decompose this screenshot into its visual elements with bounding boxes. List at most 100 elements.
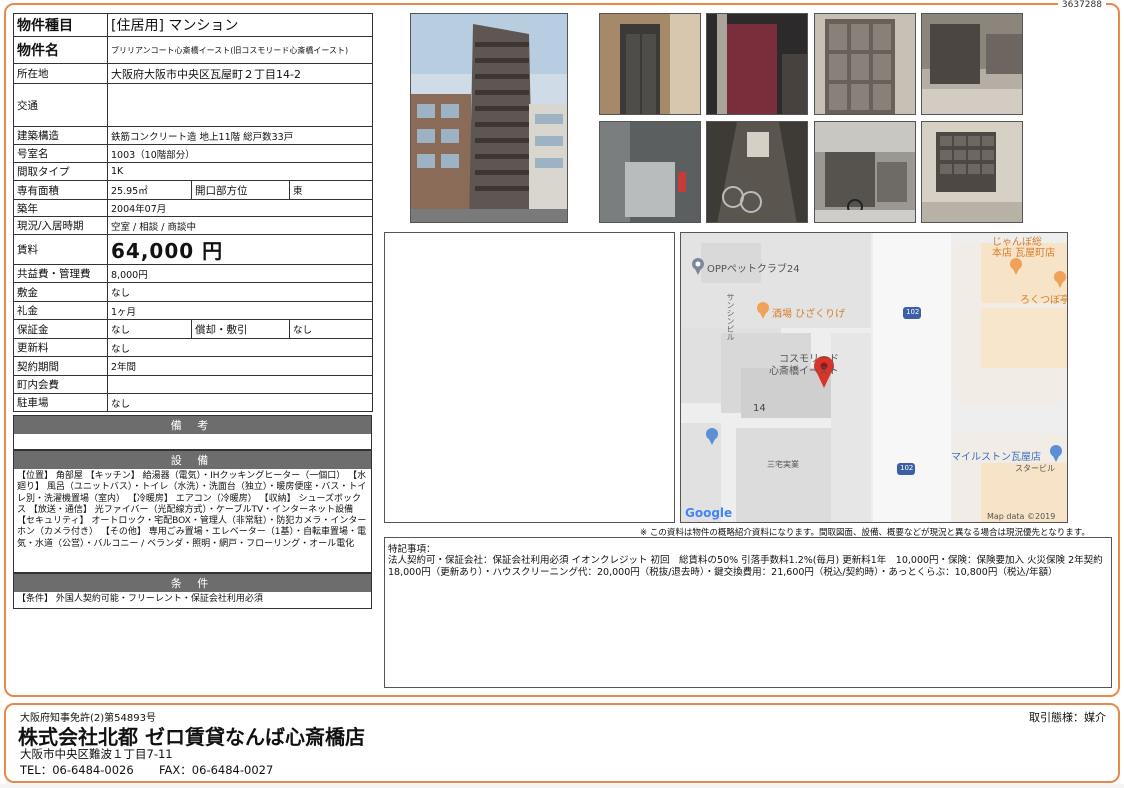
- photo-garbage-area[interactable]: [599, 121, 701, 223]
- photo-elevator-image: [600, 14, 700, 114]
- photo-mailboxes[interactable]: [921, 121, 1023, 223]
- structure-label: 建築構造: [13, 126, 108, 145]
- location-map[interactable]: OPPペットクラブ24 サンシンビル 酒場 ひざくりげ コスモリード 心斎橋イー…: [680, 232, 1068, 523]
- equipment-text: 【位置】 角部屋 【キッチン】 給湯器（電気）・IHクッキングヒーター（一個口）…: [17, 471, 367, 549]
- row-rent: 賃料 64,000 円: [13, 234, 374, 265]
- layout-value: 1K: [106, 162, 374, 181]
- equipment-section: 設 備 【位置】 角部屋 【キッチン】 給湯器（電気）・IHクッキングヒーター（…: [13, 450, 372, 573]
- photo-exterior-entrance[interactable]: [814, 121, 916, 223]
- photo-mailboxes-image: [922, 122, 1022, 222]
- photo-lobby[interactable]: [921, 13, 1023, 115]
- map-label-sanshin: サンシンビル: [726, 293, 735, 341]
- building-photo[interactable]: [410, 13, 568, 223]
- map-label-cosmo2: 心斎橋イースト: [769, 366, 839, 377]
- google-logo: Google: [685, 506, 733, 520]
- shop-pin-icon: [706, 428, 718, 445]
- building-photo-image: [411, 14, 567, 222]
- photo-elevator[interactable]: [599, 13, 701, 115]
- company-fax: FAX：06-6484-0027: [159, 763, 274, 777]
- row-transport: 交通: [13, 83, 374, 127]
- row-deposit: 敷金 なし: [13, 282, 374, 302]
- row-location: 所在地 大阪府大阪市中央区瓦屋町２丁目14-2: [13, 63, 374, 84]
- transport-value: [106, 83, 374, 127]
- rent-label: 賃料: [13, 234, 108, 265]
- key-money-label: 礼金: [13, 301, 108, 320]
- special-notes-box: 特記事項： 法人契約可・保証会社：保証会社利用必須 イオンクレジット 初回 総賃…: [384, 537, 1112, 688]
- contract-value: 2年間: [106, 356, 374, 376]
- row-parking: 駐車場 なし: [13, 393, 374, 412]
- floor-plan-area: [384, 232, 675, 523]
- name-label: 物件名: [13, 36, 108, 64]
- town-fee-value: [106, 375, 374, 394]
- row-area: 専有面積 25.95㎡ 開口部方位 東: [13, 180, 374, 200]
- map-label-starbill: スタービル: [1015, 464, 1055, 473]
- remarks-header: 備 考: [14, 416, 371, 434]
- location-label: 所在地: [13, 63, 108, 84]
- photo-delivery-box-image: [815, 14, 915, 114]
- rokutsubo-pin-icon: [1054, 271, 1066, 288]
- special-notes-body: 法人契約可・保証会社：保証会社利用必須 イオンクレジット 初回 総賃料の50% …: [388, 555, 1103, 578]
- town-fee-label: 町内会費: [13, 375, 108, 394]
- row-status: 現況/入居時期 空室 / 相談 / 商談中: [13, 216, 374, 235]
- fee-value: 8,000円: [106, 264, 374, 283]
- row-contract: 契約期間 2年間: [13, 356, 374, 376]
- deposit-value: なし: [106, 282, 374, 302]
- parking-value: なし: [106, 393, 374, 412]
- parking-label: 駐車場: [13, 393, 108, 412]
- bottom-strip: [0, 784, 1124, 788]
- agency-footer: 大阪府知事免許(2)第54893号 株式会社北都 ゼロ賃貸なんば心斎橋店 大阪市…: [4, 703, 1120, 783]
- structure-value: 鉄筋コンクリート造 地上11階 総戸数33戸: [106, 126, 374, 145]
- built-value: 2004年07月: [106, 199, 374, 217]
- room-value: 1003（10階部分）: [106, 144, 374, 163]
- built-label: 築年: [13, 199, 108, 217]
- map-road-badge-1: 102: [906, 308, 920, 316]
- property-table: 物件種目 [住居用] マンション 物件名 ブリリアンコート心斎橋イースト(旧コス…: [13, 13, 374, 412]
- renewal-value: なし: [106, 338, 374, 357]
- photo-garbage-area-image: [600, 122, 700, 222]
- key-money-value: 1ヶ月: [106, 301, 374, 320]
- guarantee-label: 保証金: [13, 319, 108, 339]
- room-label: 号室名: [13, 144, 108, 163]
- remarks-text: [14, 434, 371, 438]
- map-label-block: 14: [753, 403, 766, 414]
- row-renewal: 更新料 なし: [13, 338, 374, 357]
- guarantee-value: なし: [107, 319, 192, 339]
- location-value: 大阪府大阪市中央区瓦屋町２丁目14-2: [106, 63, 374, 84]
- photo-bicycle-parking-image: [707, 122, 807, 222]
- conditions-section: 条 件 【条件】 外国人契約可能・フリーレント・保証会社利用必須: [13, 573, 372, 609]
- row-structure: 建築構造 鉄筋コンクリート造 地上11階 総戸数33戸: [13, 126, 374, 145]
- row-key-money: 礼金 1ヶ月: [13, 301, 374, 320]
- photo-entrance-wall[interactable]: [706, 13, 808, 115]
- deposit-label: 敷金: [13, 282, 108, 302]
- row-fee: 共益費・管理費 8,000円: [13, 264, 374, 283]
- map-label-sanwa: 三宅実業: [767, 460, 799, 469]
- layout-label: 間取タイプ: [13, 162, 108, 181]
- photo-entrance-wall-image: [707, 14, 807, 114]
- map-label-jyanbo2: 本店 瓦屋町店: [992, 248, 1056, 259]
- renewal-label: 更新料: [13, 338, 108, 357]
- restaurant-pin-icon: [757, 302, 769, 319]
- row-guarantee: 保証金 なし 償却・敷引 なし: [13, 319, 374, 339]
- photo-bicycle-parking[interactable]: [706, 121, 808, 223]
- opp-pin-icon: [692, 258, 704, 275]
- amort-value: なし: [288, 319, 374, 339]
- special-notes-title: 特記事項：: [388, 544, 436, 555]
- opening-label: 開口部方位: [191, 180, 290, 200]
- photo-exterior-entrance-image: [815, 122, 915, 222]
- conditions-text: 【条件】 外国人契約可能・フリーレント・保証会社利用必須: [17, 594, 263, 604]
- conditions-header: 条 件: [14, 574, 371, 592]
- milestone-pin-icon: [1050, 445, 1062, 462]
- row-name: 物件名 ブリリアンコート心斎橋イースト(旧コスモリード心斎橋イースト): [13, 36, 374, 64]
- photo-delivery-box[interactable]: [814, 13, 916, 115]
- remarks-section: 備 考: [13, 415, 372, 450]
- type-label: 物件種目: [13, 13, 108, 37]
- type-value: [住居用] マンション: [106, 13, 374, 37]
- rent-value: 64,000 円: [106, 234, 374, 265]
- equipment-header: 設 備: [14, 451, 371, 469]
- map-base: [681, 233, 1067, 522]
- map-road-badge-2: 102: [900, 464, 914, 472]
- map-label-rokutsubo: ろくつぼ亭: [1020, 295, 1068, 306]
- status-value: 空室 / 相談 / 商談中: [106, 216, 374, 235]
- row-built: 築年 2004年07月: [13, 199, 374, 217]
- transaction-type: 取引態様：媒介: [1029, 711, 1106, 724]
